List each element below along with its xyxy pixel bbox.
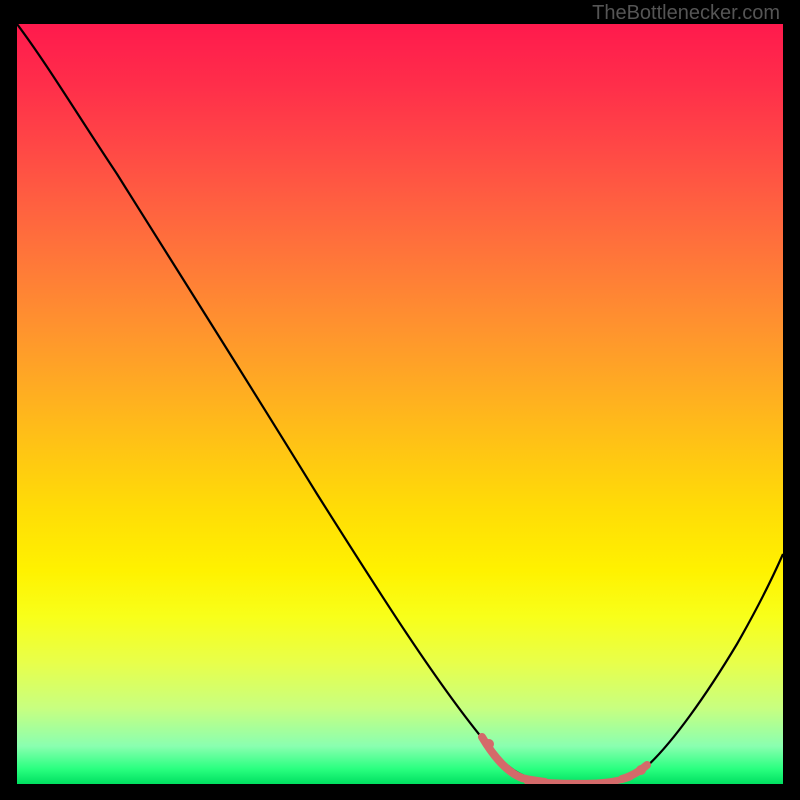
highlight-dot-right [636,765,646,775]
attribution-text: TheBottlenecker.com [592,2,780,25]
chart-plot-area [17,24,783,784]
highlight-dot-left [484,739,494,749]
bottleneck-curve-svg [17,24,783,784]
bottleneck-curve-path [17,24,783,783]
